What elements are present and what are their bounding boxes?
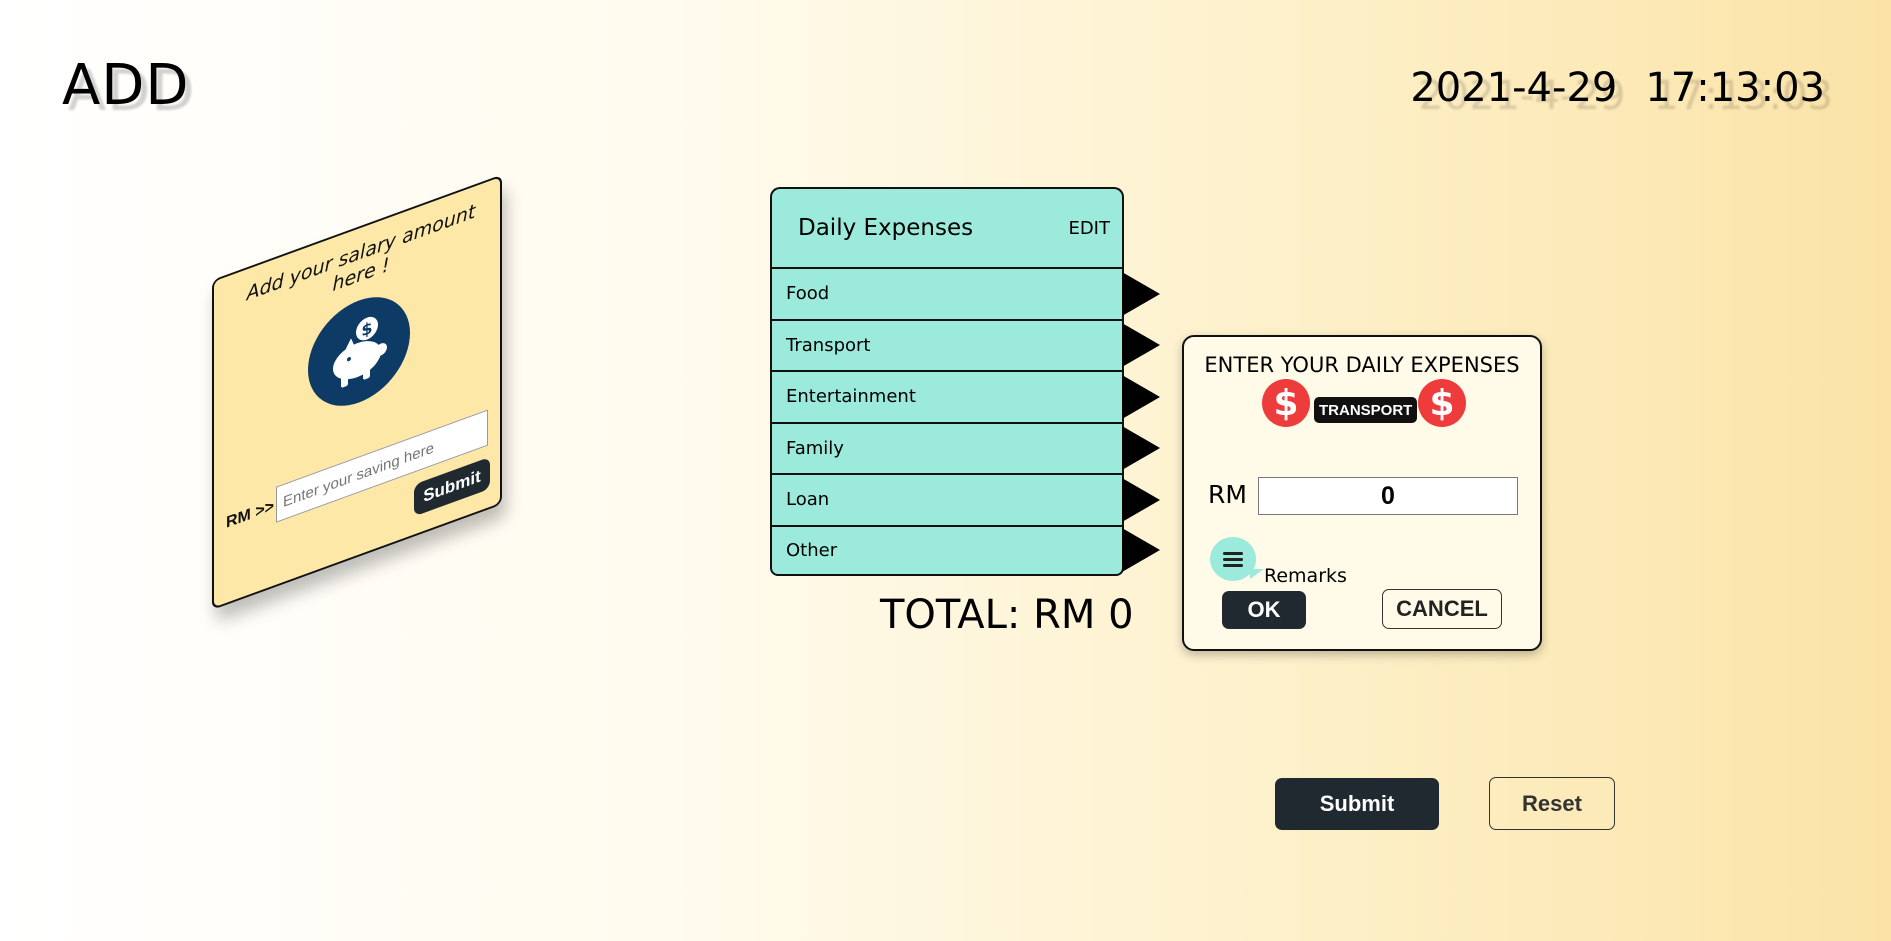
arrow-right-icon [1122,374,1160,419]
expense-item-other[interactable]: Other [770,524,1160,576]
expense-item-loan[interactable]: Loan [770,473,1160,525]
expense-item-label: Family [786,437,844,459]
salary-card: Add your salary amount here ! $ RM >> Su… [212,174,502,610]
dollar-icon: $ [1262,379,1310,427]
salary-rm-label: RM >> [226,497,275,532]
submit-button[interactable]: Submit [1275,778,1439,830]
date-text: 2021-4-29 [1410,65,1618,111]
expense-item-transport[interactable]: Transport [770,318,1160,370]
arrow-right-icon [1122,271,1160,316]
daily-expenses-header: Daily Expenses EDIT [770,187,1124,267]
cancel-button[interactable]: CANCEL [1382,589,1502,629]
daily-expenses-panel: Daily Expenses EDIT Food Transport Enter… [770,187,1160,576]
total-amount: TOTAL: RM 0 [880,592,1134,638]
expense-entry-dialog: ENTER YOUR DAILY EXPENSES $ TRANSPORT $ … [1182,335,1542,651]
chat-menu-icon[interactable] [1210,537,1264,581]
dialog-rm-label: RM [1208,480,1247,509]
ok-button[interactable]: OK [1222,591,1306,629]
remarks-label: Remarks [1264,565,1347,587]
edit-button[interactable]: EDIT [1068,218,1110,239]
expense-item-label: Loan [786,489,830,511]
time-text: 17:13:03 [1645,65,1825,111]
category-badge: TRANSPORT [1314,397,1418,423]
piggy-bank-icon: $ [308,281,410,422]
expense-item-label: Food [786,283,830,305]
daily-expenses-title: Daily Expenses [798,215,974,241]
amount-input[interactable] [1258,477,1518,515]
arrow-right-icon [1122,477,1160,522]
arrow-right-icon [1122,528,1160,573]
saving-input[interactable] [276,409,488,523]
expense-item-food[interactable]: Food [770,267,1160,319]
expense-item-label: Other [786,539,838,561]
expense-item-label: Transport [786,334,871,356]
dialog-title: ENTER YOUR DAILY EXPENSES [1204,353,1520,377]
date-time-display: 2021-4-29 17:13:03 [1410,68,1825,108]
expense-item-label: Entertainment [786,386,916,408]
arrow-right-icon [1122,426,1160,471]
expense-item-entertainment[interactable]: Entertainment [770,370,1160,422]
expense-item-family[interactable]: Family [770,421,1160,473]
dollar-icon: $ [1418,379,1466,427]
page-title: ADD [62,53,190,118]
reset-button[interactable]: Reset [1489,777,1615,830]
arrow-right-icon [1122,323,1160,368]
